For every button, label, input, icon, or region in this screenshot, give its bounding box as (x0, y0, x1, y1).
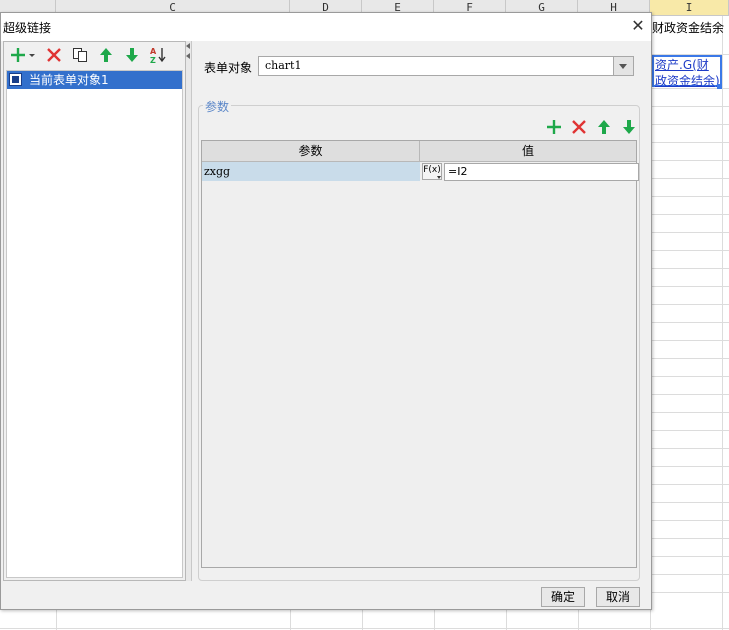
params-group-title: 参数 (203, 98, 232, 115)
svg-text:A: A (150, 47, 157, 56)
collapse-left-icon-2[interactable] (186, 53, 190, 59)
link-list-toolbar: A Z (4, 42, 185, 68)
form-icon (9, 73, 22, 86)
params-table: 参数 值 zxgg F(x) =I2 (201, 140, 639, 568)
param-name-cell[interactable]: zxgg (202, 162, 420, 181)
table-row[interactable]: zxgg F(x) =I2 (202, 162, 639, 181)
link-tree: 当前表单对象1 (6, 70, 183, 578)
cell-i1[interactable]: 财政资金结余 (652, 20, 726, 36)
cancel-button[interactable]: 取消 (596, 587, 640, 607)
column-header-value[interactable]: 值 (420, 141, 636, 161)
svg-text:Z: Z (150, 56, 156, 64)
add-dropdown-icon[interactable] (10, 46, 36, 64)
link-settings-pane: 表单对象 chart1 参数 参数 值 zxgg F(x) =I2 (192, 41, 649, 581)
link-list-pane: A Z 当前表单对象1 (3, 41, 186, 581)
collapse-left-icon[interactable] (186, 43, 190, 49)
formula-button[interactable]: F(x) (422, 163, 442, 180)
move-param-up-icon[interactable] (595, 118, 613, 136)
dialog-titlebar[interactable]: 超级链接 ✕ (1, 13, 651, 41)
tree-item-current-form-object[interactable]: 当前表单对象1 (7, 71, 182, 89)
column-header-i[interactable]: I (650, 0, 729, 16)
form-object-value: chart1 (265, 59, 302, 72)
ok-button[interactable]: 确定 (541, 587, 585, 607)
delete-param-icon[interactable] (570, 118, 588, 136)
column-header-param[interactable]: 参数 (202, 141, 420, 161)
params-group: 参数 参数 值 zxgg F(x) =I2 (198, 98, 640, 581)
cell-i2-hyperlink[interactable]: 资产.G(财政资金结余) (652, 55, 722, 88)
form-object-select[interactable]: chart1 (258, 56, 634, 76)
form-object-label: 表单对象 (204, 61, 253, 75)
param-value-cell[interactable]: =I2 (444, 163, 639, 181)
sort-icon[interactable]: A Z (149, 46, 167, 64)
move-down-icon[interactable] (123, 46, 141, 64)
params-table-header: 参数 值 (202, 141, 636, 162)
copy-icon[interactable] (71, 46, 89, 64)
close-icon[interactable]: ✕ (629, 17, 647, 35)
delete-icon[interactable] (45, 46, 63, 64)
add-param-icon[interactable] (545, 118, 563, 136)
chevron-down-icon[interactable] (613, 57, 633, 75)
tree-item-label: 当前表单对象1 (29, 73, 109, 87)
move-param-down-icon[interactable] (620, 118, 638, 136)
hyperlink-dialog: 超级链接 ✕ A Z 当前表单对象1 表单对象 chart1 参数 参数 值 z… (0, 12, 652, 610)
move-up-icon[interactable] (97, 46, 115, 64)
fill-handle[interactable] (717, 84, 722, 89)
dialog-title: 超级链接 (3, 21, 52, 35)
